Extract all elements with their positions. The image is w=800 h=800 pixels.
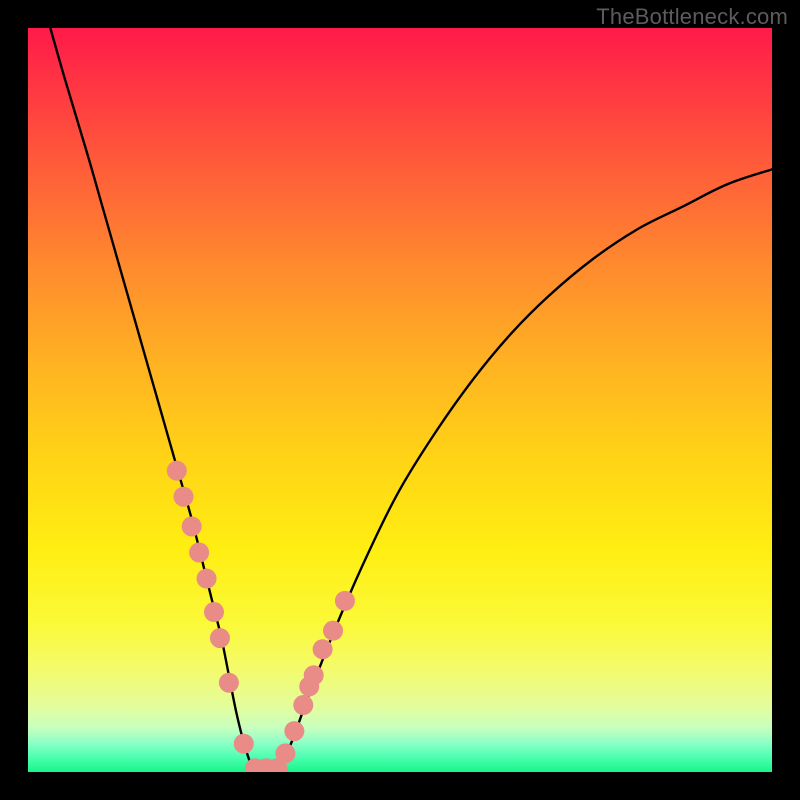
highlight-dot	[323, 621, 343, 641]
watermark-text: TheBottleneck.com	[596, 4, 788, 30]
highlight-dot	[189, 543, 209, 563]
highlight-dot	[197, 569, 217, 589]
highlight-dot	[210, 628, 230, 648]
highlight-dots-group	[167, 461, 355, 772]
highlight-dot	[335, 591, 355, 611]
highlight-dot	[204, 602, 224, 622]
highlight-dot	[284, 721, 304, 741]
highlight-dot	[174, 487, 194, 507]
highlight-dot	[182, 516, 202, 536]
highlight-dot	[304, 665, 324, 685]
highlight-dot	[313, 639, 333, 659]
highlight-dot	[293, 695, 313, 715]
chart-plot-area	[28, 28, 772, 772]
chart-frame: TheBottleneck.com	[0, 0, 800, 800]
highlight-dot	[234, 734, 254, 754]
bottleneck-curve	[50, 28, 772, 772]
chart-svg	[28, 28, 772, 772]
highlight-dot	[167, 461, 187, 481]
highlight-dot	[275, 743, 295, 763]
highlight-dot	[219, 673, 239, 693]
